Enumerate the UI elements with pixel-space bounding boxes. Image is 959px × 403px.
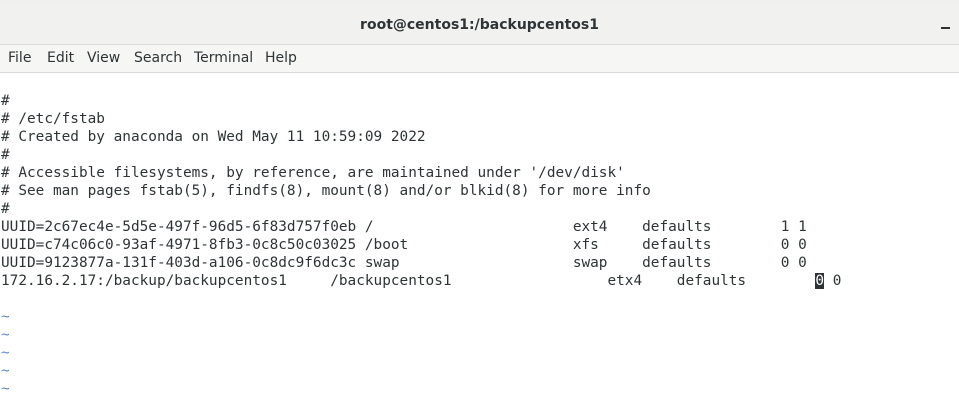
- empty-line-tilde: ~: [1, 309, 10, 325]
- menu-terminal[interactable]: Terminal: [190, 45, 257, 72]
- menu-bar: File Edit View Search Terminal Help: [0, 45, 959, 73]
- empty-line-tilde: ~: [1, 345, 10, 361]
- minimize-icon[interactable]: [941, 27, 950, 29]
- terminal-line: UUID=9123877a-131f-403d-a106-0c8dc9f6dc3…: [1, 255, 807, 271]
- window-title: root@centos1:/backupcentos1: [360, 17, 599, 33]
- menu-edit[interactable]: Edit: [43, 45, 78, 72]
- terminal-line: #: [1, 201, 10, 217]
- empty-line-tilde: ~: [1, 363, 10, 379]
- empty-line-tilde: ~: [1, 381, 10, 397]
- line-text-after-cursor: 0: [824, 273, 842, 289]
- terminal-line: #: [1, 147, 10, 163]
- terminal-line: # /etc/fstab: [1, 111, 105, 127]
- title-bar[interactable]: root@centos1:/backupcentos1: [0, 6, 959, 45]
- menu-file[interactable]: File: [4, 45, 35, 72]
- menu-view[interactable]: View: [83, 45, 124, 72]
- line-text-before-cursor: 172.16.2.17:/backup/backupcentos1 /backu…: [1, 273, 816, 289]
- menu-search[interactable]: Search: [130, 45, 186, 72]
- terminal-area[interactable]: # # /etc/fstab # Created by anaconda on …: [0, 73, 959, 403]
- terminal-line: #: [1, 93, 10, 109]
- terminal-line-cursor: 172.16.2.17:/backup/backupcentos1 /backu…: [1, 272, 841, 290]
- text-cursor: 0: [815, 273, 825, 289]
- terminal-line: # Accessible filesystems, by reference, …: [1, 165, 625, 181]
- empty-line-tilde: ~: [1, 327, 10, 343]
- terminal-line: # See man pages fstab(5), findfs(8), mou…: [1, 183, 651, 199]
- terminal-line: # Created by anaconda on Wed May 11 10:5…: [1, 129, 426, 145]
- menu-help[interactable]: Help: [261, 45, 301, 72]
- terminal-line: UUID=2c67ec4e-5d5e-497f-96d5-6f83d757f0e…: [1, 219, 807, 235]
- terminal-line: UUID=c74c06c0-93af-4971-8fb3-0c8c50c0302…: [1, 237, 807, 253]
